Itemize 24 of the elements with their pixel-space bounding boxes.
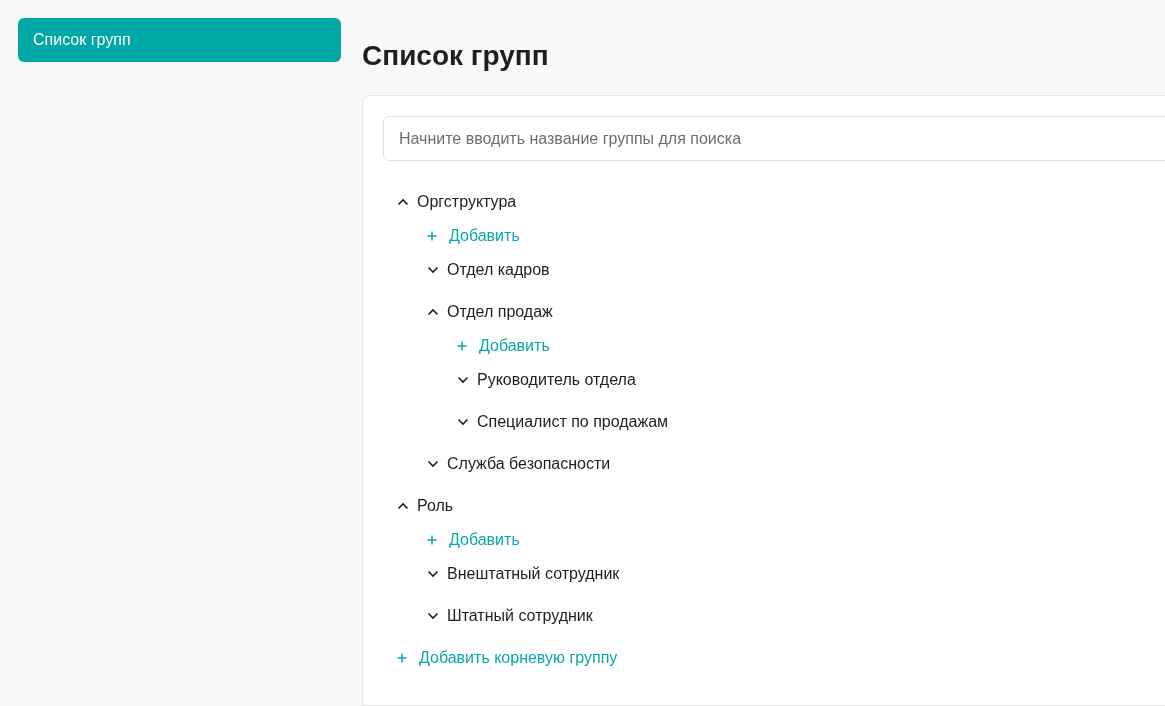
group-label[interactable]: Штатный сотрудник — [447, 604, 593, 628]
group-label[interactable]: Специалист по продажам — [477, 410, 669, 434]
group-label[interactable]: Оргструктура — [417, 190, 517, 214]
chevron-down-icon[interactable] — [427, 570, 439, 578]
chevron-up-icon[interactable] — [427, 308, 439, 316]
search-field[interactable]: Начните вводить название группы для поиска — [383, 116, 1165, 161]
chevron-down-icon[interactable] — [427, 266, 439, 274]
chevron-up-icon[interactable] — [397, 502, 409, 510]
group-label[interactable]: Отдел продаж — [447, 300, 553, 324]
group-label[interactable]: Роль — [417, 494, 454, 518]
group-label[interactable]: Служба безопасности — [447, 452, 611, 476]
group-label[interactable]: Внештатный сотрудник — [447, 562, 620, 586]
chevron-up-icon[interactable] — [397, 198, 409, 206]
plus-icon — [427, 535, 437, 545]
plus-icon — [457, 341, 467, 351]
plus-icon — [397, 653, 407, 663]
chevron-down-icon[interactable] — [457, 376, 469, 384]
plus-icon — [427, 231, 437, 241]
chevron-down-icon[interactable] — [457, 418, 469, 426]
page-title: Список групп — [362, 39, 550, 73]
chevron-down-icon[interactable] — [427, 460, 439, 468]
group-label[interactable]: Руководитель отдела — [477, 368, 636, 392]
chevron-down-icon[interactable] — [427, 612, 439, 620]
group-label[interactable]: Отдел кадров — [447, 258, 550, 282]
